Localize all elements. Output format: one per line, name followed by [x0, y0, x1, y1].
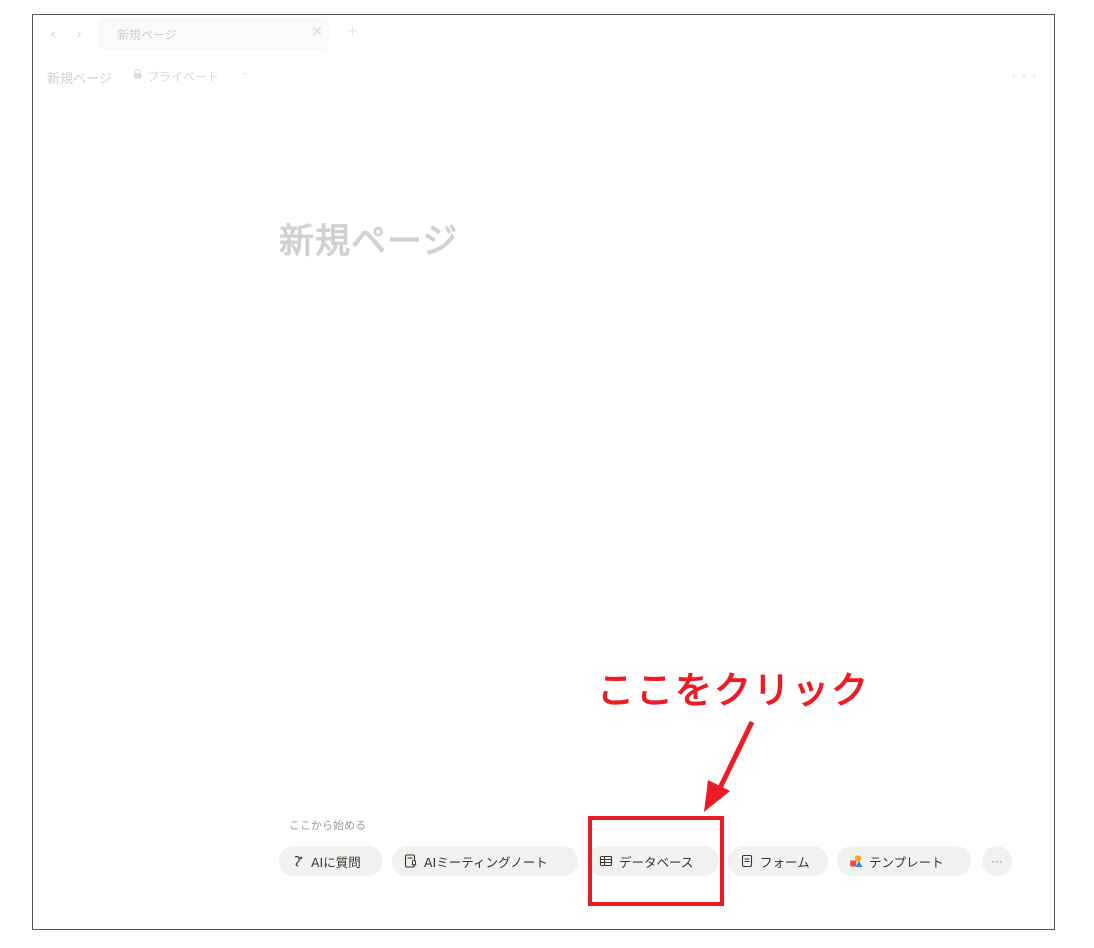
tab-bar: ‹ › 新規ページ ✕ + — [33, 15, 1054, 53]
meeting-note-icon — [404, 854, 417, 868]
template-label: テンプレート — [869, 854, 944, 870]
visibility-label[interactable]: プライベート — [147, 68, 219, 85]
lock-icon — [133, 69, 142, 79]
new-tab-icon[interactable]: + — [347, 24, 358, 39]
ask-ai-label: AIに質問 — [311, 854, 361, 870]
page-title[interactable]: 新規ページ — [279, 213, 458, 264]
ai-sparkle-icon — [294, 856, 303, 867]
forward-icon[interactable]: › — [69, 24, 89, 44]
tab-title: 新規ページ — [117, 28, 177, 42]
tab-active[interactable]: 新規ページ ✕ — [97, 18, 329, 50]
form-label: フォーム — [760, 854, 810, 870]
annotation-text: ここをクリック — [597, 669, 870, 712]
more-button[interactable]: ··· — [982, 846, 1012, 876]
breadcrumb-page[interactable]: 新規ページ — [47, 68, 112, 87]
more-icon: ··· — [991, 853, 1003, 869]
more-options-icon[interactable] — [1010, 70, 1040, 82]
breadcrumb: 新規ページ プライベート ⌄ — [33, 59, 1054, 89]
form-button[interactable]: フォーム — [728, 846, 828, 876]
ask-ai-button[interactable]: AIに質問 — [279, 846, 383, 876]
back-icon[interactable]: ‹ — [43, 24, 63, 44]
template-button[interactable]: テンプレート — [837, 846, 971, 876]
ai-meeting-notes-label: AIミーティングノート — [424, 854, 548, 870]
form-icon — [741, 854, 753, 868]
template-shapes-icon — [850, 855, 863, 867]
ai-meeting-notes-button[interactable]: AIミーティングノート — [392, 846, 578, 876]
chevron-down-icon[interactable]: ⌄ — [241, 67, 249, 78]
starter-label: ここから始める — [289, 819, 366, 832]
app-window: ‹ › 新規ページ ✕ + 新規ページ プライベート ⌄ 新規ページ ここから始… — [32, 14, 1055, 930]
annotation-highlight-box — [588, 816, 724, 906]
close-icon[interactable]: ✕ — [311, 24, 323, 40]
